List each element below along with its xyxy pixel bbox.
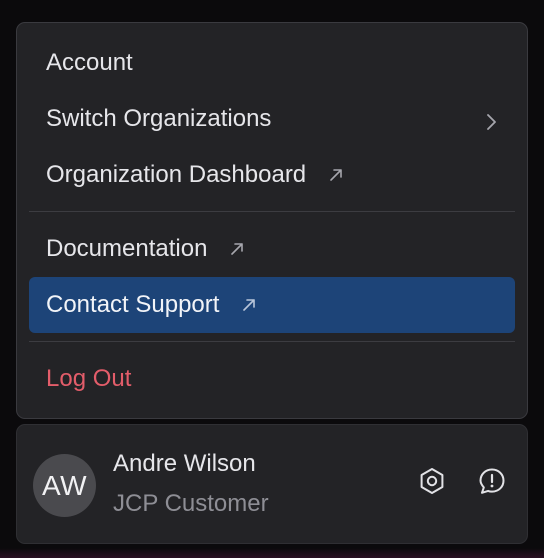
settings-hexagon-icon — [417, 466, 447, 501]
account-dropdown-menu: Account Switch Organizations Organizatio… — [16, 22, 528, 419]
menu-item-documentation[interactable]: Documentation — [29, 221, 515, 277]
menu-item-switch-organizations[interactable]: Switch Organizations — [29, 91, 515, 147]
external-link-icon — [229, 241, 245, 257]
menu-item-documentation-label: Documentation — [46, 235, 208, 262]
background-edge-glow — [0, 548, 544, 558]
menu-item-log-out[interactable]: Log Out — [29, 351, 515, 407]
menu-item-switch-organizations-label: Switch Organizations — [46, 105, 272, 132]
user-name: Andre Wilson — [113, 450, 256, 477]
menu-item-contact-support-label: Contact Support — [46, 291, 220, 318]
feedback-button[interactable] — [476, 467, 508, 499]
external-link-icon — [328, 167, 344, 183]
menu-divider — [29, 211, 515, 212]
user-profile-card: AW Andre Wilson JCP Customer — [16, 424, 528, 544]
chevron-right-icon — [485, 110, 497, 130]
user-role: JCP Customer — [113, 490, 269, 517]
settings-button[interactable] — [416, 467, 448, 499]
feedback-alert-icon — [477, 466, 507, 501]
menu-item-contact-support[interactable]: Contact Support — [29, 277, 515, 333]
avatar-initials: AW — [41, 469, 88, 501]
menu-item-log-out-label: Log Out — [46, 365, 132, 392]
menu-item-organization-dashboard-label: Organization Dashboard — [46, 161, 307, 188]
menu-item-account-label: Account — [46, 49, 133, 76]
menu-divider — [29, 341, 515, 342]
external-link-icon — [241, 297, 257, 313]
menu-item-account[interactable]: Account — [29, 35, 515, 91]
menu-item-organization-dashboard[interactable]: Organization Dashboard — [29, 147, 515, 203]
avatar[interactable]: AW — [33, 454, 96, 517]
app-root: Account Switch Organizations Organizatio… — [0, 0, 544, 558]
